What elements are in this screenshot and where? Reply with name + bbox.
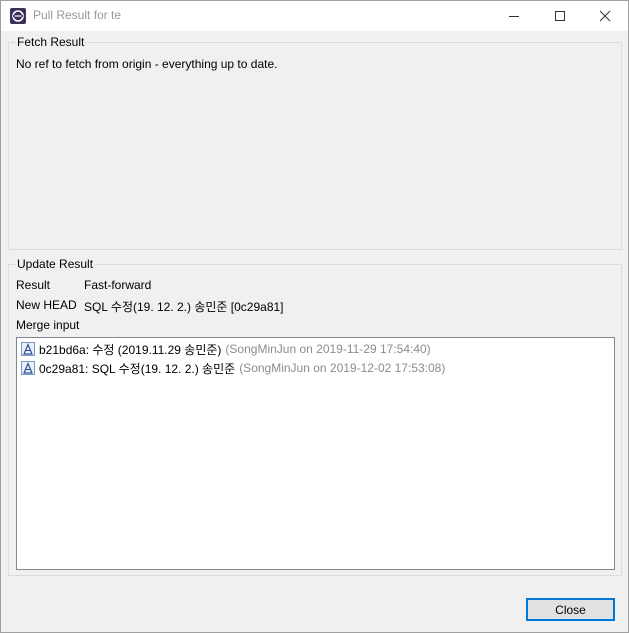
new-head-value: SQL 수정(19. 12. 2.) 송민준 [0c29a81]	[84, 300, 284, 314]
close-button[interactable]: Close	[526, 598, 615, 621]
minimize-button[interactable]	[491, 1, 537, 31]
minimize-icon	[509, 16, 519, 17]
result-label: Result	[16, 278, 51, 292]
fetch-result-heading: Fetch Result	[16, 35, 86, 49]
commit-title: 0c29a81: SQL 수정(19. 12. 2.) 송민준	[39, 361, 236, 376]
commit-title: b21bd6a: 수정 (2019.11.29 송민준)	[39, 342, 222, 357]
window-close-button[interactable]	[582, 1, 628, 31]
list-item[interactable]: 0c29a81: SQL 수정(19. 12. 2.) 송민준 (SongMin…	[21, 359, 445, 377]
update-result-group: Update Result Result Fast-forward New HE…	[8, 257, 622, 576]
commit-meta: (SongMinJun on 2019-11-29 17:54:40)	[225, 342, 431, 356]
maximize-icon	[555, 11, 565, 21]
commit-icon	[21, 342, 35, 356]
merge-input-list[interactable]: b21bd6a: 수정 (2019.11.29 송민준) (SongMinJun…	[16, 337, 615, 570]
window-title: Pull Result for te	[33, 8, 122, 22]
commit-meta: (SongMinJun on 2019-12-02 17:53:08)	[239, 361, 446, 375]
maximize-button[interactable]	[537, 1, 583, 31]
fetch-result-group: Fetch Result No ref to fetch from origin…	[8, 35, 622, 250]
close-icon	[599, 10, 611, 22]
new-head-label: New HEAD	[16, 298, 77, 312]
result-value: Fast-forward	[84, 278, 152, 292]
title-bar[interactable]: Pull Result for te	[1, 1, 628, 31]
update-result-heading: Update Result	[16, 257, 95, 271]
list-item[interactable]: b21bd6a: 수정 (2019.11.29 송민준) (SongMinJun…	[21, 340, 431, 358]
pull-result-dialog: Pull Result for te Fetch Result No ref t…	[0, 0, 629, 633]
merge-input-label: Merge input	[16, 318, 80, 332]
eclipse-app-icon	[10, 8, 26, 24]
commit-icon	[21, 361, 35, 375]
fetch-result-message: No ref to fetch from origin - everything…	[16, 57, 278, 71]
